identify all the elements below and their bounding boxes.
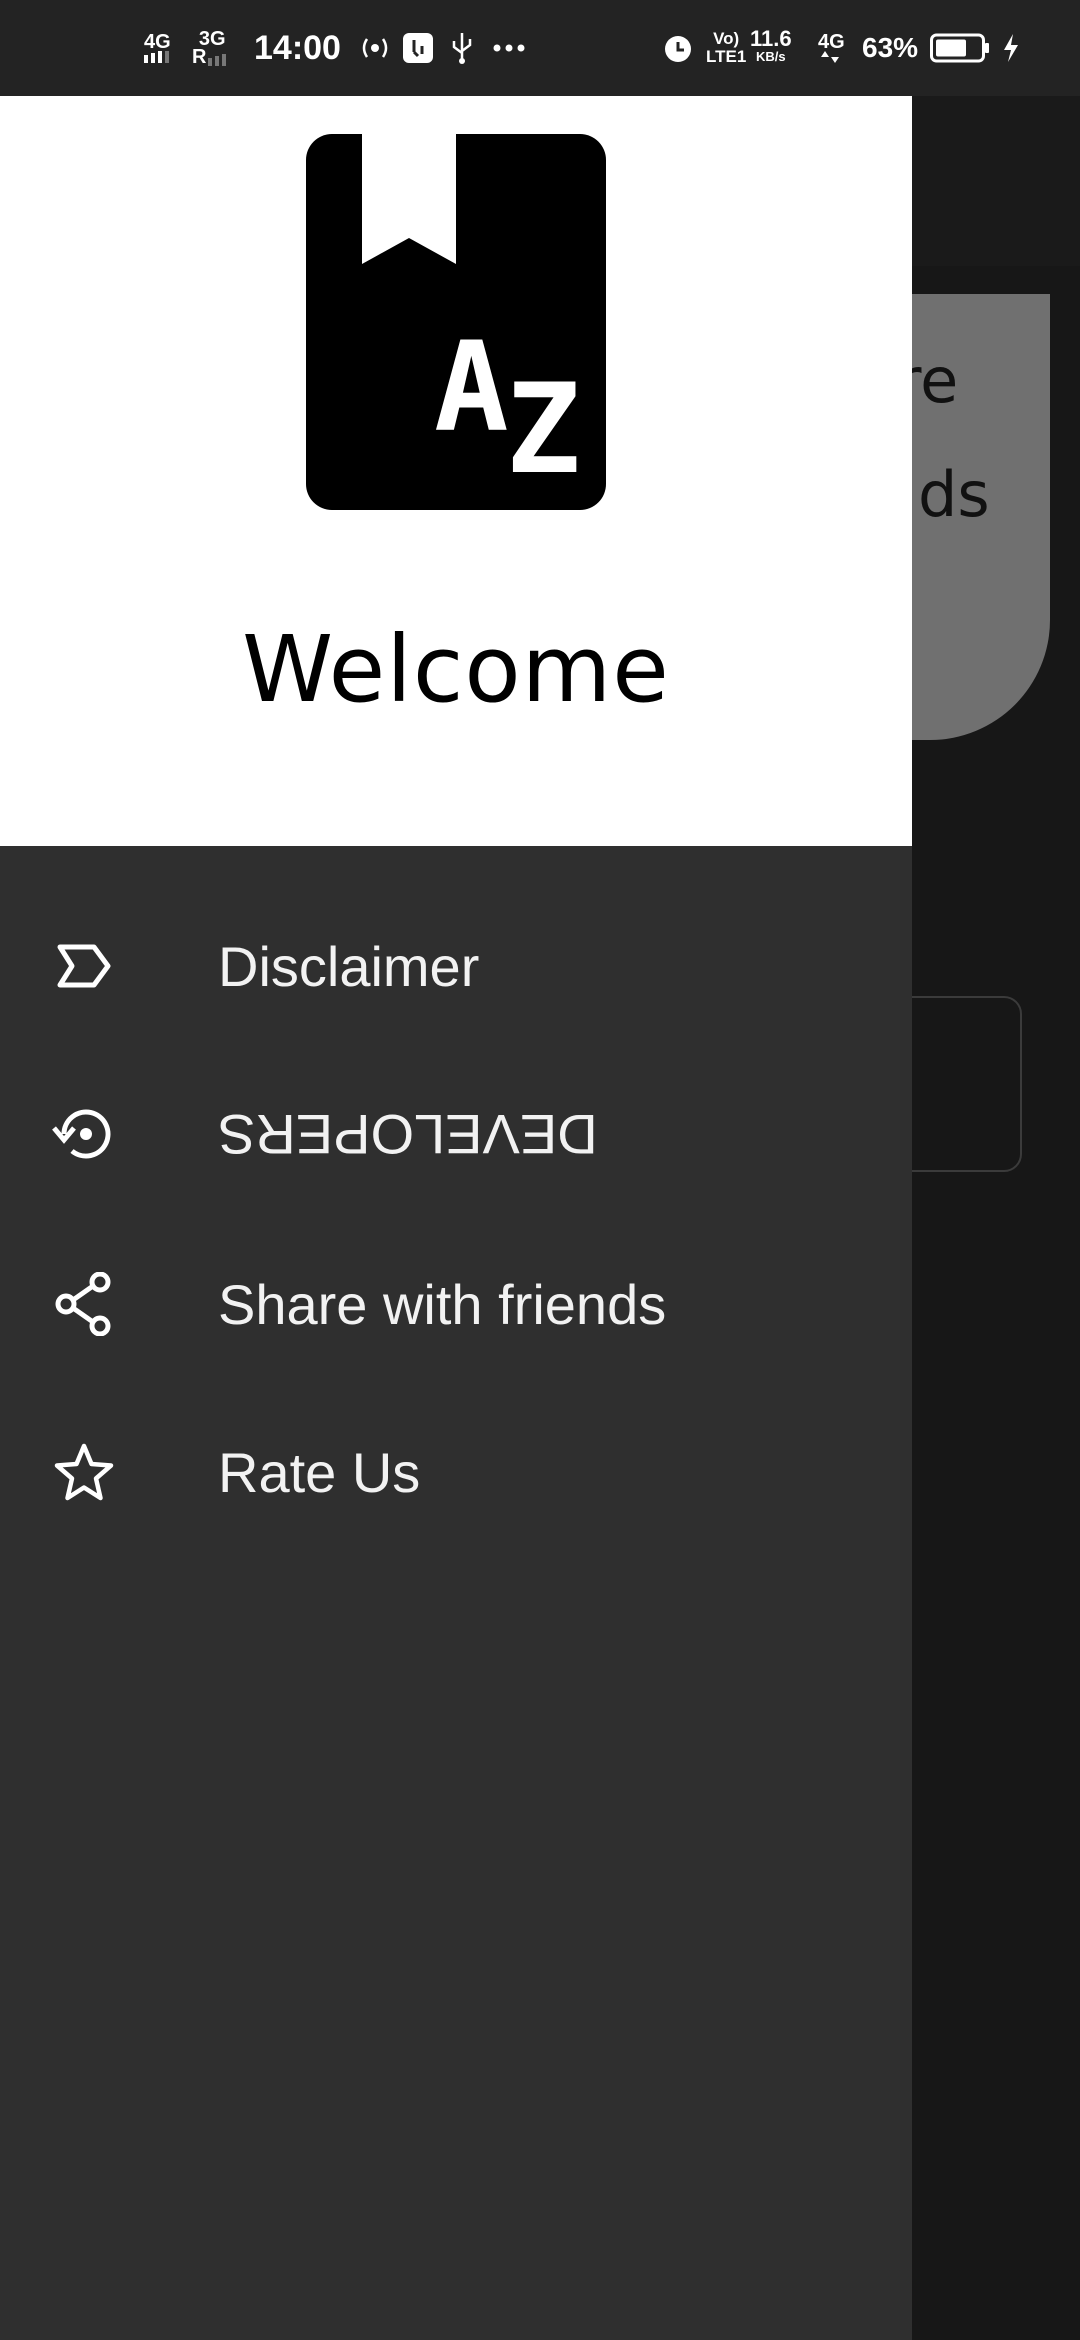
menu-item-rate-us[interactable]: Rate Us: [0, 1392, 912, 1552]
menu-item-label: Rate Us: [218, 1440, 421, 1504]
signal-4g-indicator: 4G: [144, 0, 171, 96]
volte-indicator: Vo) LTE1: [706, 29, 747, 66]
battery-icon: [930, 0, 990, 96]
welcome-title: Welcome: [242, 616, 670, 723]
logo-letter-a: A: [434, 316, 509, 460]
upside-down-label: DEVELOPERS: [218, 1102, 598, 1166]
signal-bars-icon: [208, 54, 227, 66]
usb-icon: [448, 0, 476, 96]
menu-item-developers[interactable]: DEVELOPERS: [0, 1054, 912, 1214]
status-bar: 4G 3G R 14:00 Vo) LTE1 11.6 KB/s 4G 63%: [0, 0, 1080, 96]
navigation-drawer: A Z Welcome Disclaimer DEVELOPERS Share …: [0, 96, 912, 2340]
charging-icon: [1002, 0, 1020, 96]
menu-item-disclaimer[interactable]: Disclaimer: [0, 886, 912, 1046]
signal-bars-icon: [144, 51, 170, 63]
menu-item-label: DEVELOPERS: [218, 1102, 598, 1167]
alarm-icon: [662, 0, 694, 96]
menu-item-share-with-friends[interactable]: Share with friends: [0, 1224, 912, 1384]
hotspot-icon: [358, 0, 392, 96]
mobile-data-indicator: 4G: [818, 0, 845, 96]
menu-item-label: Share with friends: [218, 1272, 667, 1336]
app-logo: A Z: [306, 134, 606, 510]
star-icon: [48, 1436, 120, 1508]
more-notifications-icon: [492, 0, 526, 96]
battery-percentage: 63%: [862, 32, 919, 63]
menu-item-label: Disclaimer: [218, 934, 480, 998]
drawer-header: A Z Welcome: [0, 96, 912, 846]
background-card-text: ds: [918, 458, 990, 531]
data-arrows-icon: [821, 51, 840, 63]
roaming-label: R: [192, 46, 207, 68]
clock: 14:00: [254, 28, 341, 67]
network-type-label: 4G: [144, 31, 171, 53]
signal-3g-indicator: 3G R: [192, 0, 232, 96]
logo-letter-z: Z: [506, 358, 581, 502]
dictionary-book-icon: A Z: [362, 134, 581, 502]
share-icon: [48, 1268, 120, 1340]
label-icon: [48, 930, 120, 1002]
network-speed: 11.6 KB/s: [750, 26, 792, 65]
usb-debug-icon: [402, 0, 434, 96]
restore-icon: [48, 1098, 120, 1170]
